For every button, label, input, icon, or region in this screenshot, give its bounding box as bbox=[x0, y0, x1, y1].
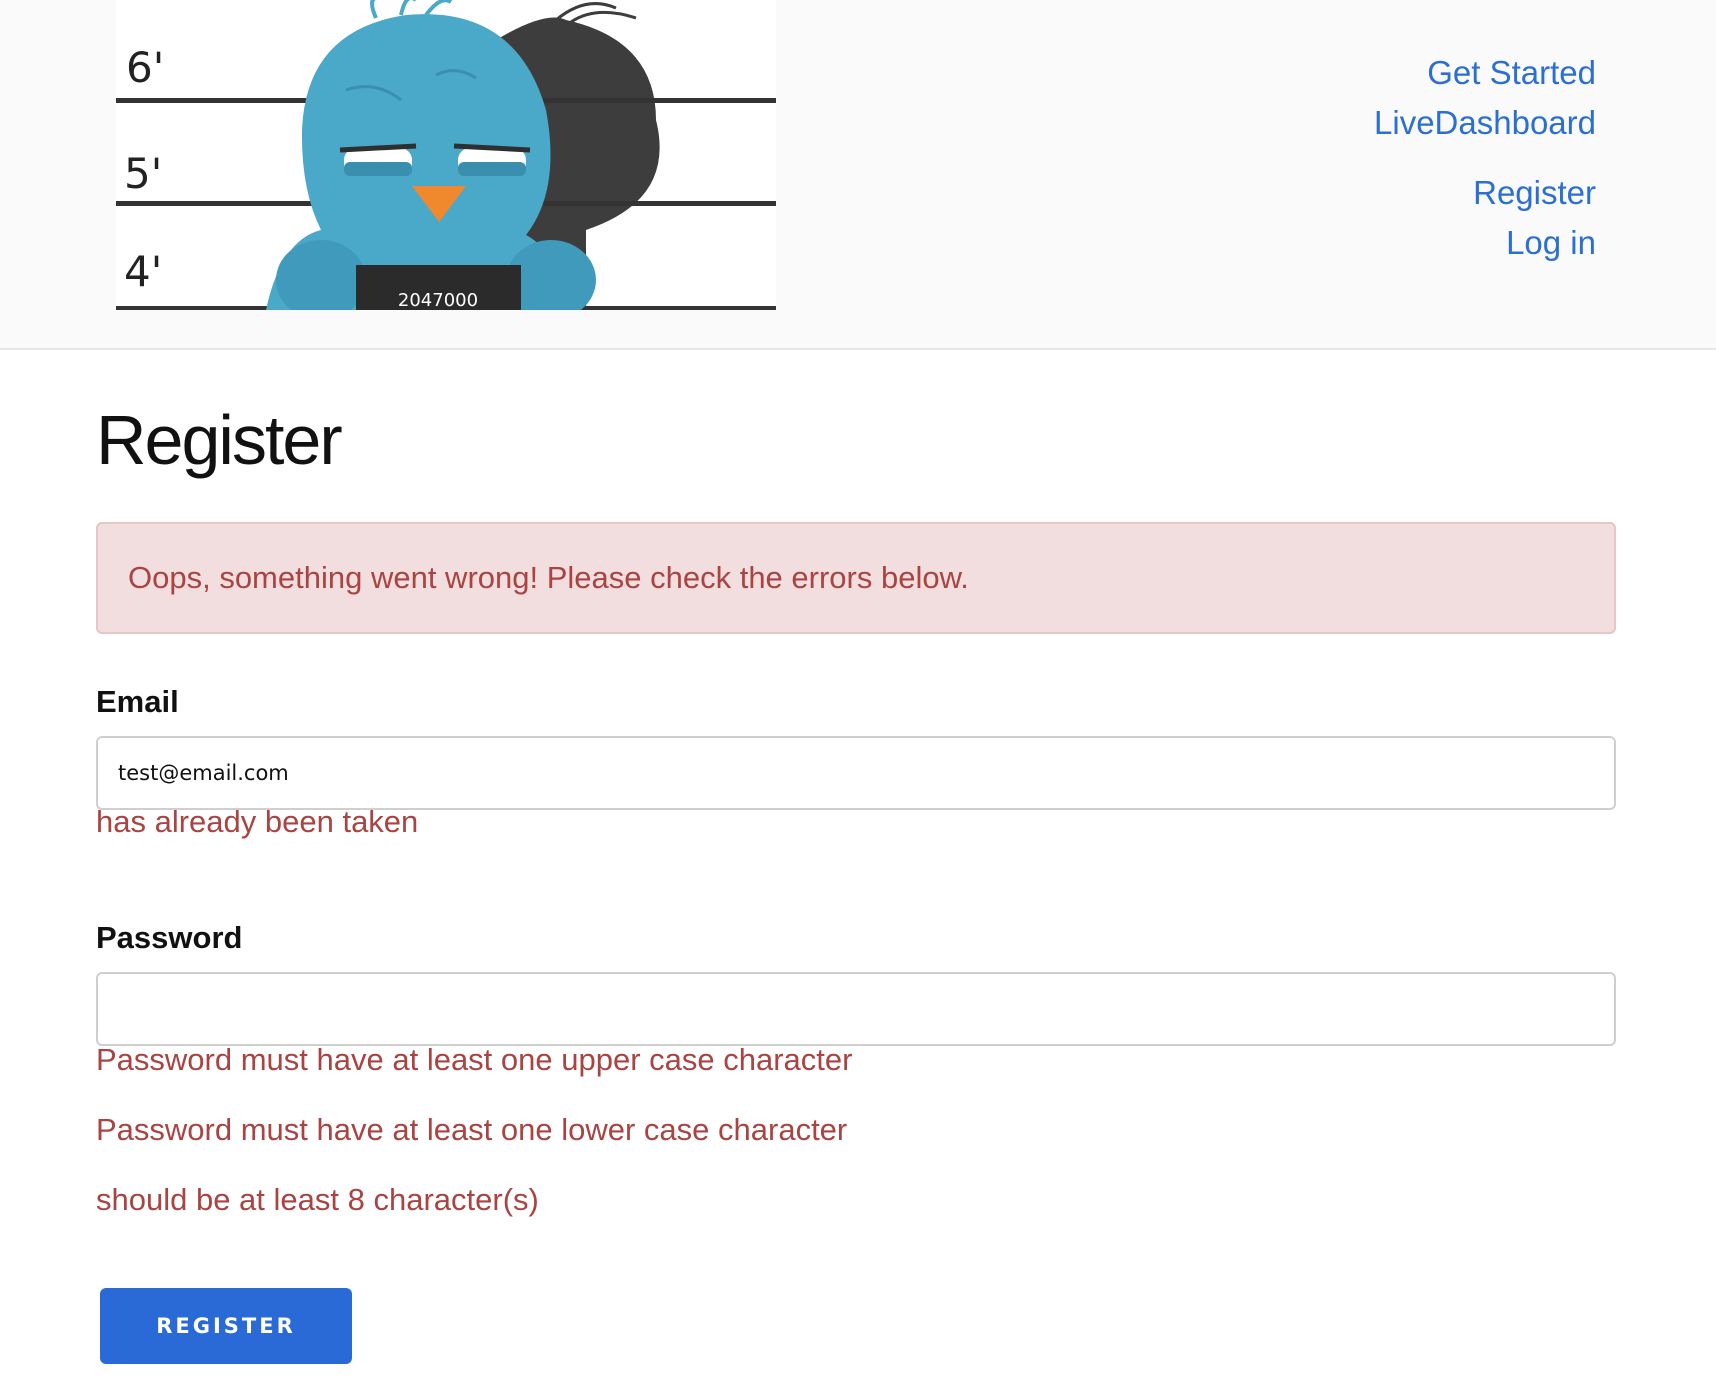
email-field[interactable] bbox=[96, 736, 1616, 810]
password-label: Password bbox=[96, 920, 243, 955]
nav-log-in-link[interactable]: Log in bbox=[1374, 218, 1596, 268]
nav-group-auth: Register Log in bbox=[1374, 168, 1596, 268]
register-button[interactable]: REGISTER bbox=[100, 1288, 352, 1364]
placard-text: 2047000 bbox=[398, 290, 478, 310]
ruler-label-4: 4' bbox=[124, 247, 162, 296]
mugshot-bird-logo: 6' 5' 4' 2047000 bbox=[116, 0, 776, 310]
site-header: 6' 5' 4' 2047000 Get Started LiveDashboa… bbox=[0, 0, 1716, 350]
ruler-label-5: 5' bbox=[124, 149, 162, 198]
nav-group-main: Get Started LiveDashboard bbox=[1374, 48, 1596, 148]
email-label: Email bbox=[96, 684, 179, 719]
email-error: has already been taken bbox=[96, 804, 419, 839]
page-title: Register bbox=[96, 401, 343, 479]
nav-get-started-link[interactable]: Get Started bbox=[1374, 48, 1596, 98]
nav-register-link[interactable]: Register bbox=[1374, 168, 1596, 218]
error-alert: Oops, something went wrong! Please check… bbox=[96, 522, 1616, 634]
logo-illustration: 6' 5' 4' 2047000 bbox=[116, 0, 776, 310]
password-error-lowercase: Password must have at least one lower ca… bbox=[96, 1112, 848, 1147]
header-nav: Get Started LiveDashboard Register Log i… bbox=[1374, 48, 1596, 268]
password-error-length: should be at least 8 character(s) bbox=[96, 1182, 539, 1217]
ruler-label-6: 6' bbox=[126, 43, 164, 92]
nav-live-dashboard-link[interactable]: LiveDashboard bbox=[1374, 98, 1596, 148]
password-field[interactable] bbox=[96, 972, 1616, 1046]
password-error-uppercase: Password must have at least one upper ca… bbox=[96, 1042, 853, 1077]
